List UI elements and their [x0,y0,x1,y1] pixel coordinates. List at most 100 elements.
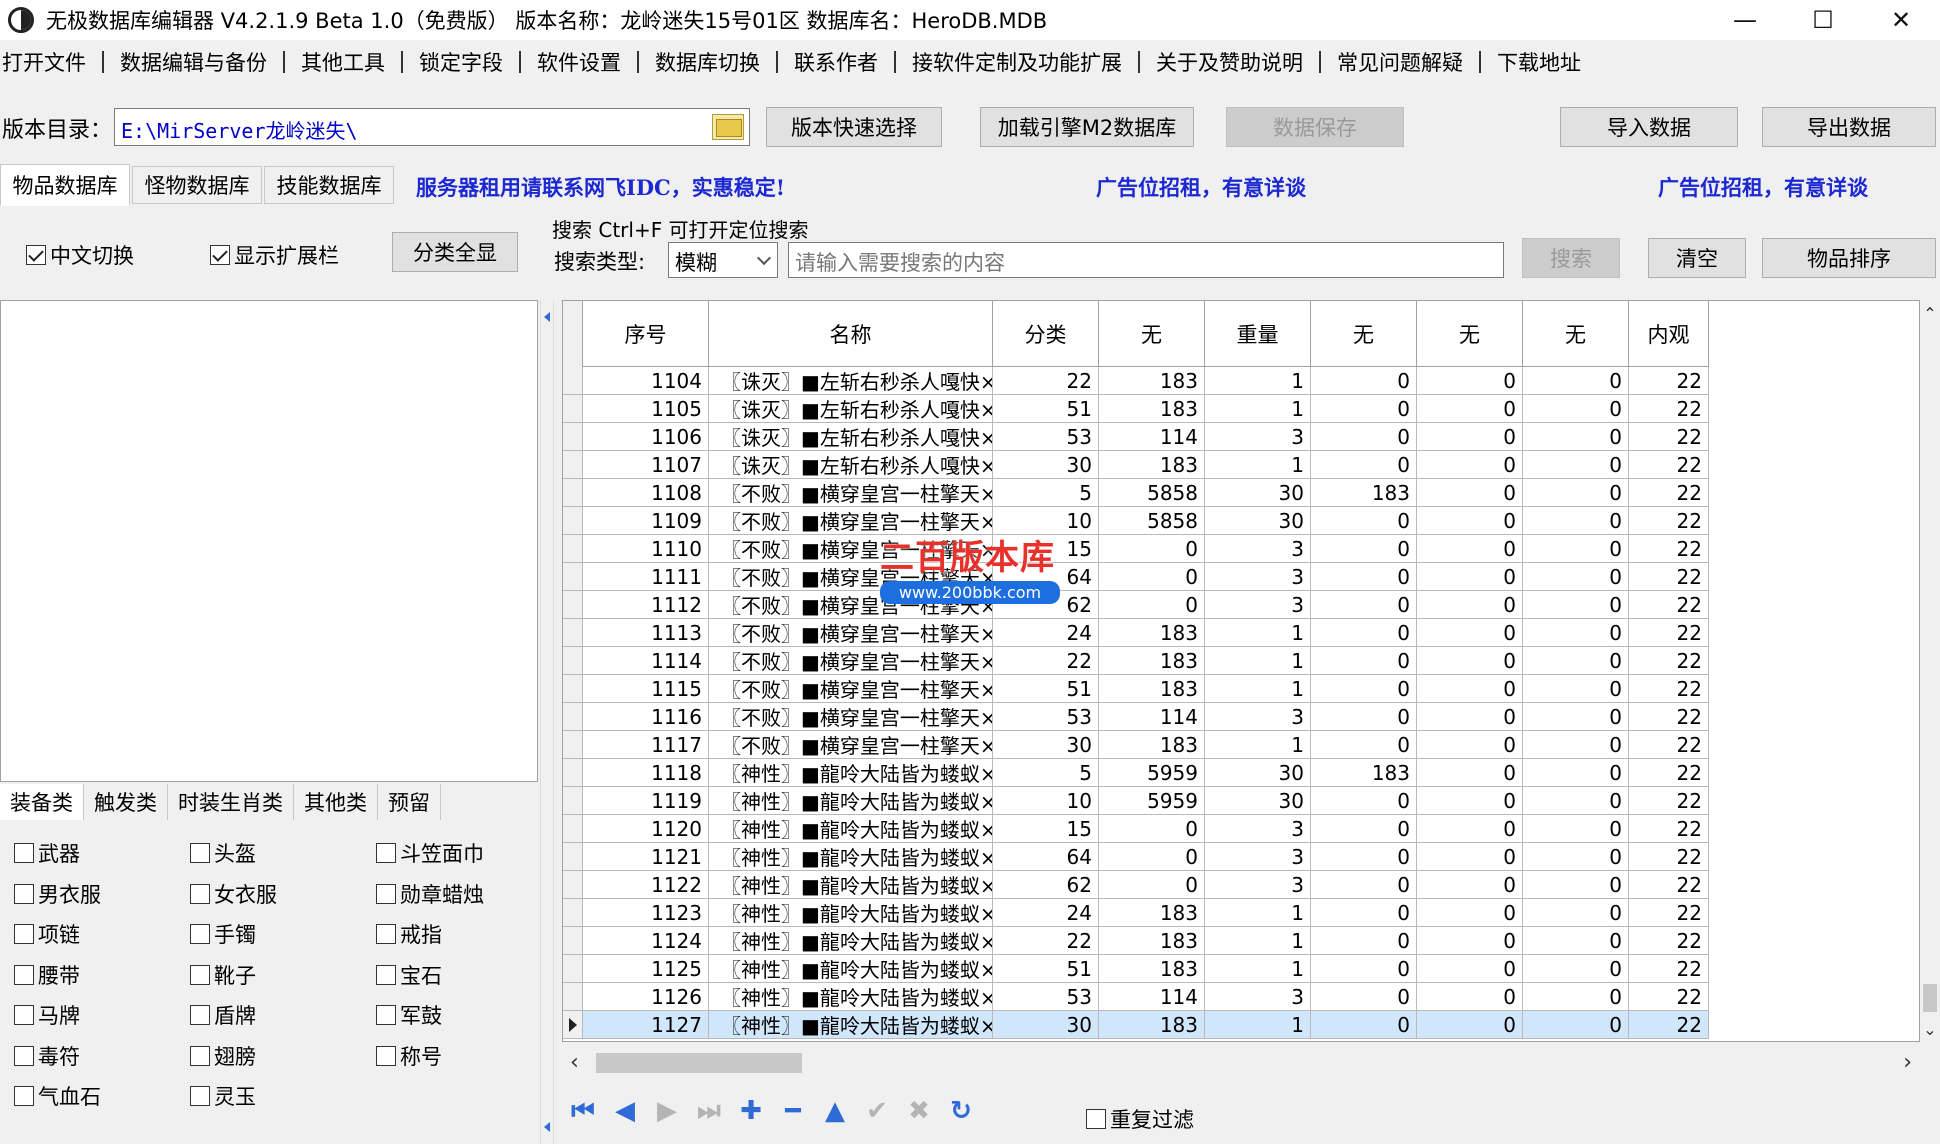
row-indicator[interactable] [563,367,583,395]
quick-select-button[interactable]: 版本快速选择 [766,107,942,147]
table-cell[interactable]: 22 [1629,535,1709,563]
table-cell[interactable]: 0 [1417,479,1523,507]
table-cell[interactable]: 0 [1311,927,1417,955]
export-data-button[interactable]: 导出数据 [1762,107,1936,147]
table-cell[interactable]: 0 [1523,675,1629,703]
table-cell[interactable]: 183 [1099,675,1205,703]
table-cell[interactable]: 〖不败〗■横穿皇宫一柱擎天×章 [709,731,993,759]
table-cell[interactable]: 0 [1417,899,1523,927]
row-indicator[interactable] [563,535,583,563]
table-row[interactable]: 1120 〖神性〗■龍呤大陆皆为蝼蚁×帽 15 0 3 0 0 0 22 [563,815,1709,843]
table-cell[interactable]: 0 [1523,815,1629,843]
table-cell[interactable]: 0 [1311,451,1417,479]
table-cell[interactable]: 5959 [1099,759,1205,787]
table-cell[interactable]: 1111 [583,563,709,591]
table-cell[interactable]: 0 [1311,1011,1417,1039]
table-cell[interactable]: 0 [1417,871,1523,899]
table-cell[interactable]: 1106 [583,423,709,451]
table-cell[interactable]: 0 [1523,479,1629,507]
category-checkbox[interactable]: 靴子 [190,960,256,990]
table-cell[interactable]: 〖诛灭〗■左斩右秒杀人嘎快×戒 [709,367,993,395]
table-cell[interactable]: 0 [1417,647,1523,675]
category-checkbox[interactable]: 头盔 [190,838,256,868]
load-m2-button[interactable]: 加载引擎M2数据库 [980,107,1194,147]
table-cell[interactable]: 0 [1523,731,1629,759]
row-indicator[interactable] [563,787,583,815]
table-cell[interactable]: 62 [993,871,1099,899]
row-indicator[interactable] [563,1011,583,1039]
table-cell[interactable]: 1115 [583,675,709,703]
table-cell[interactable]: 0 [1523,703,1629,731]
dup-filter-checkbox[interactable]: 重复过滤 [1086,1104,1194,1134]
table-cell[interactable]: 1114 [583,647,709,675]
table-cell[interactable]: 0 [1417,955,1523,983]
table-cell[interactable]: 0 [1523,591,1629,619]
table-row[interactable]: 1113 〖不败〗■横穿皇宫一柱擎天×镯 24 183 1 0 0 0 22 [563,619,1709,647]
table-cell[interactable]: 0 [1523,843,1629,871]
table-cell[interactable]: 0 [1311,423,1417,451]
column-header[interactable]: 分类 [993,301,1099,367]
table-cell[interactable]: 0 [1523,1011,1629,1039]
category-tree[interactable] [0,300,538,782]
table-cell[interactable]: 22 [1629,591,1709,619]
row-indicator[interactable] [563,395,583,423]
table-cell[interactable]: 0 [1523,507,1629,535]
category-tab-1[interactable]: 触发类 [84,784,168,820]
category-checkbox[interactable]: 宝石 [376,960,442,990]
table-cell[interactable]: 22 [1629,367,1709,395]
category-checkbox[interactable]: 项链 [14,919,80,949]
table-cell[interactable]: 22 [1629,507,1709,535]
table-cell[interactable]: 22 [1629,899,1709,927]
column-header[interactable]: 重量 [1205,301,1311,367]
table-cell[interactable]: 0 [1417,535,1523,563]
table-cell[interactable]: 22 [1629,1011,1709,1039]
table-cell[interactable]: 22 [1629,563,1709,591]
table-cell[interactable]: 51 [993,955,1099,983]
table-cell[interactable]: 1 [1205,647,1311,675]
table-row[interactable]: 1117 〖不败〗■横穿皇宫一柱擎天×章 30 183 1 0 0 0 22 [563,731,1709,759]
table-cell[interactable]: 22 [993,647,1099,675]
table-cell[interactable]: 0 [1417,507,1523,535]
category-tab-0[interactable]: 装备类 [0,784,84,820]
table-cell[interactable]: 0 [1099,563,1205,591]
row-indicator[interactable] [563,619,583,647]
row-indicator[interactable] [563,843,583,871]
table-cell[interactable]: 3 [1205,535,1311,563]
table-row[interactable]: 1125 〖神性〗■龍呤大陆皆为蝼蚁×符 51 183 1 0 0 0 22 [563,955,1709,983]
category-checkbox[interactable]: 马牌 [14,1000,80,1030]
table-cell[interactable]: 183 [1099,395,1205,423]
save-data-button[interactable]: 数据保存 [1226,107,1404,147]
table-cell[interactable]: 183 [1099,367,1205,395]
row-indicator[interactable] [563,731,583,759]
table-cell[interactable]: 0 [1311,955,1417,983]
table-cell[interactable]: 1127 [583,1011,709,1039]
row-indicator[interactable] [563,423,583,451]
category-checkbox[interactable]: 勋章蜡烛 [376,879,484,909]
table-cell[interactable]: 0 [1523,367,1629,395]
category-checkbox[interactable]: 男衣服 [14,879,101,909]
category-tab-2[interactable]: 时装生肖类 [168,784,294,820]
table-cell[interactable]: 22 [1629,787,1709,815]
category-checkbox[interactable]: 斗笠面巾 [376,838,484,868]
table-cell[interactable]: 30 [1205,787,1311,815]
category-checkbox[interactable]: 女衣服 [190,879,277,909]
column-header[interactable]: 名称 [709,301,993,367]
table-cell[interactable]: 〖诛灭〗■左斩右秒杀人嘎快×章 [709,451,993,479]
table-cell[interactable]: 22 [1629,927,1709,955]
column-header[interactable]: 无 [1523,301,1629,367]
row-indicator[interactable] [563,479,583,507]
import-data-button[interactable]: 导入数据 [1560,107,1738,147]
table-cell[interactable]: 3 [1205,871,1311,899]
table-cell[interactable]: 0 [1417,675,1523,703]
table-cell[interactable]: 5 [993,479,1099,507]
table-cell[interactable]: 0 [1311,899,1417,927]
table-cell[interactable]: 〖诛灭〗■左斩右秒杀人嘎快×石 [709,423,993,451]
table-cell[interactable]: 0 [1311,815,1417,843]
vertical-scrollbar[interactable]: ⌃ ⌄ [1920,300,1940,1042]
table-cell[interactable]: 0 [1099,591,1205,619]
category-checkbox[interactable]: 翅膀 [190,1041,256,1071]
clear-button[interactable]: 清空 [1648,238,1746,278]
table-cell[interactable]: 0 [1417,927,1523,955]
table-cell[interactable]: 53 [993,703,1099,731]
table-cell[interactable]: 114 [1099,423,1205,451]
